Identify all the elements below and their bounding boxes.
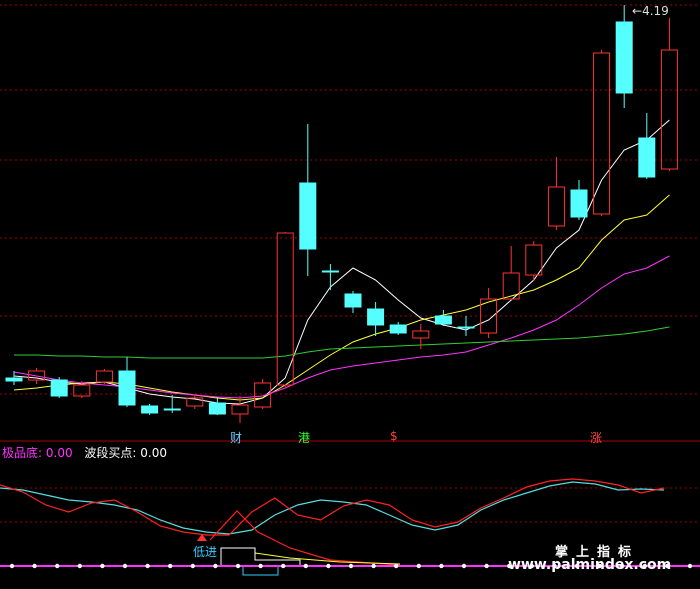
baseline-dot <box>348 563 354 569</box>
baseline-dot <box>281 563 286 569</box>
candle-body <box>434 315 452 325</box>
candle-body <box>457 326 475 329</box>
candle-body <box>299 182 317 250</box>
candle-body <box>163 408 181 411</box>
candle <box>547 157 565 230</box>
baseline-dot <box>213 563 218 569</box>
baseline-dot <box>371 563 376 569</box>
candle-body <box>321 270 339 273</box>
tag-dollar: $ <box>390 429 398 443</box>
candle <box>186 395 204 409</box>
candle-body <box>5 377 23 382</box>
indicator-second-name: 波段买点: <box>84 446 137 460</box>
baseline-dot <box>9 563 15 569</box>
candle <box>389 322 407 335</box>
indicator-title: 极品底: 0.00 波段买点: 0.00 <box>2 444 167 461</box>
candle <box>638 113 656 179</box>
candle-body <box>638 137 656 178</box>
candle-body <box>344 293 362 308</box>
high-price-label: ←4.19 <box>632 4 669 18</box>
candle <box>95 369 113 384</box>
ma-line-yellow <box>13 194 670 401</box>
candle <box>525 241 543 281</box>
signal-box-yellow <box>220 547 301 566</box>
candle-body <box>50 379 68 397</box>
candle-body <box>525 244 543 276</box>
tag-gang: 港 <box>298 431 311 445</box>
tag-zhang: 涨 <box>590 431 603 445</box>
baseline-dot <box>55 563 60 569</box>
baseline-dot <box>100 563 105 569</box>
candle-body <box>231 404 249 415</box>
candle-body <box>141 405 159 414</box>
baseline-dot <box>484 563 489 569</box>
baseline-dot <box>190 563 195 569</box>
price-arrow-icon: ← <box>632 4 643 18</box>
baseline-dot <box>394 563 399 569</box>
candle <box>660 18 678 171</box>
candle <box>141 404 159 415</box>
candle-body <box>570 189 588 218</box>
candle <box>593 50 611 216</box>
baseline-dot <box>258 563 263 569</box>
candle <box>480 288 498 338</box>
candle <box>434 310 452 326</box>
candle <box>570 180 588 220</box>
baseline-dot <box>77 563 83 569</box>
candle <box>50 377 68 398</box>
osc-line-red <box>0 478 665 536</box>
candle-body <box>389 324 407 334</box>
candle <box>615 5 633 108</box>
candle-body <box>367 308 385 326</box>
baseline-dot <box>303 563 308 569</box>
candle <box>299 124 317 276</box>
baseline-dot <box>122 563 128 569</box>
candle <box>321 264 339 290</box>
osc-spike-red <box>209 510 401 566</box>
candle <box>457 316 475 336</box>
candles <box>5 5 678 423</box>
candle-body <box>208 402 226 415</box>
candle <box>118 357 136 407</box>
candle <box>208 397 226 415</box>
osc-line-cyan <box>0 481 665 535</box>
baseline-dot <box>439 563 444 569</box>
baseline-dot <box>461 563 467 569</box>
moving-average-lines <box>13 119 670 405</box>
indicator-second-value: 0.00 <box>140 446 168 460</box>
ma-line-white <box>13 119 670 405</box>
price-value: 4.19 <box>642 4 669 18</box>
tag-low-entry: 低进 <box>193 545 218 559</box>
kline-chart <box>0 4 700 576</box>
baseline-dot <box>687 563 693 569</box>
tag-cai: 财 <box>230 431 243 445</box>
candle <box>502 246 520 300</box>
candle-body <box>660 49 678 170</box>
watermark-url: www.palmindex.com <box>508 557 672 573</box>
candle-body <box>276 232 294 386</box>
candle <box>344 291 362 313</box>
osc-line-yellow <box>254 552 401 565</box>
candle-body <box>547 186 565 227</box>
baseline-dot <box>416 563 421 569</box>
candle-body <box>412 330 430 339</box>
candle-body <box>118 370 136 406</box>
candle-body <box>615 21 633 94</box>
baseline-dot <box>326 563 331 569</box>
baseline-dot <box>235 563 241 569</box>
ma-line-green <box>14 326 670 359</box>
baseline-dot <box>168 563 173 569</box>
candle <box>367 302 385 336</box>
baseline-dot <box>32 563 37 569</box>
candle-body <box>95 370 113 383</box>
candle <box>231 396 249 423</box>
candle-body <box>593 52 611 215</box>
baseline-dot <box>145 563 150 569</box>
indicator-name: 极品底: <box>2 446 43 460</box>
indicator-name-value: 0.00 <box>45 446 73 460</box>
